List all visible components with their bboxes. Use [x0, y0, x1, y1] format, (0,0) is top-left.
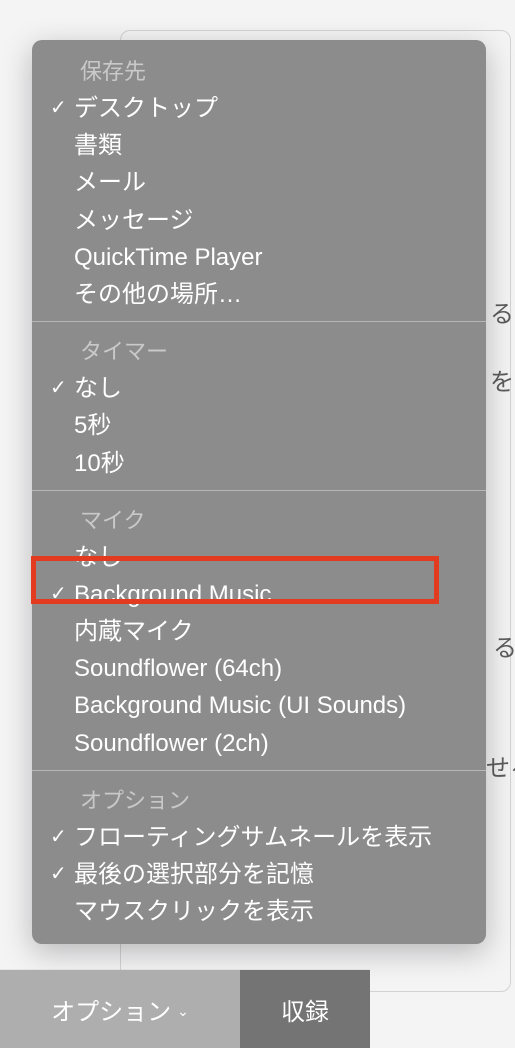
- menu-item-remember-selection[interactable]: ✓ 最後の選択部分を記憶: [32, 856, 486, 893]
- bg-fragment: るこ: [490, 294, 515, 329]
- menu-item-floating-thumbnail[interactable]: ✓ フローティングサムネールを表示: [32, 819, 486, 856]
- menu-item-mic-background-music[interactable]: ✓ Background Music: [32, 576, 486, 613]
- options-button-label: オプション: [51, 992, 171, 1027]
- menu-item-label: なし: [74, 539, 472, 576]
- menu-item-label: なし: [74, 370, 472, 407]
- options-popup-menu: 保存先 ✓ デスクトップ 書類 メール メッセージ QuickTime Play…: [32, 40, 486, 944]
- menu-item-mic-soundflower-64[interactable]: Soundflower (64ch): [32, 650, 486, 687]
- menu-item-label: Soundflower (64ch): [74, 650, 472, 687]
- menu-item-other-location[interactable]: その他の場所…: [32, 276, 486, 313]
- menu-item-timer-none[interactable]: ✓ なし: [32, 370, 486, 407]
- menu-item-label: 5秒: [74, 407, 472, 444]
- bg-fragment: る: [493, 628, 515, 663]
- menu-item-label: 書類: [74, 127, 472, 164]
- checkmark-icon: ✓: [50, 373, 74, 404]
- bg-fragment: せる: [486, 748, 515, 783]
- section-save-to: 保存先 ✓ デスクトップ 書類 メール メッセージ QuickTime Play…: [32, 46, 486, 321]
- menu-item-show-mouse-clicks[interactable]: マウスクリックを表示: [32, 893, 486, 930]
- menu-item-mic-internal[interactable]: 内蔵マイク: [32, 613, 486, 650]
- checkmark-icon: ✓: [50, 93, 74, 124]
- menu-item-label: マウスクリックを表示: [74, 893, 472, 930]
- menu-item-messages[interactable]: メッセージ: [32, 202, 486, 239]
- menu-item-mic-bgm-ui-sounds[interactable]: Background Music (UI Sounds): [32, 687, 486, 724]
- menu-item-timer-10s[interactable]: 10秒: [32, 445, 486, 482]
- menu-item-label: 内蔵マイク: [74, 613, 472, 650]
- menu-item-timer-5s[interactable]: 5秒: [32, 407, 486, 444]
- menu-item-label: メッセージ: [74, 202, 472, 239]
- chevron-down-icon: ⌄: [177, 1003, 189, 1020]
- menu-item-label: デスクトップ: [74, 90, 472, 127]
- menu-item-label: Soundflower (2ch): [74, 725, 472, 762]
- section-options: オプション ✓ フローティングサムネールを表示 ✓ 最後の選択部分を記憶 マウス…: [32, 770, 486, 939]
- record-button-label: 収録: [281, 992, 329, 1027]
- menu-item-label: その他の場所…: [74, 276, 472, 313]
- menu-item-mic-none[interactable]: なし: [32, 539, 486, 576]
- section-microphone: マイク なし ✓ Background Music 内蔵マイク Soundflo…: [32, 490, 486, 770]
- menu-item-label: フローティングサムネールを表示: [74, 819, 472, 856]
- capture-toolbar: オプション ⌄ 収録: [0, 970, 370, 1048]
- record-button[interactable]: 収録: [240, 970, 370, 1048]
- checkmark-icon: ✓: [50, 859, 74, 890]
- menu-item-label: Background Music (UI Sounds): [74, 687, 472, 724]
- menu-item-label: QuickTime Player: [74, 239, 472, 276]
- menu-item-mic-soundflower-2[interactable]: Soundflower (2ch): [32, 725, 486, 762]
- menu-item-quicktime[interactable]: QuickTime Player: [32, 239, 486, 276]
- options-button[interactable]: オプション ⌄: [0, 970, 240, 1048]
- checkmark-icon: ✓: [50, 579, 74, 610]
- menu-item-label: 最後の選択部分を記憶: [74, 856, 472, 893]
- checkmark-icon: ✓: [50, 822, 74, 853]
- menu-item-label: 10秒: [74, 445, 472, 482]
- section-timer: タイマー ✓ なし 5秒 10秒: [32, 321, 486, 490]
- section-title-timer: タイマー: [80, 334, 486, 366]
- section-title-options: オプション: [80, 783, 486, 815]
- menu-item-documents[interactable]: 書類: [32, 127, 486, 164]
- menu-item-label: Background Music: [74, 576, 472, 613]
- menu-item-desktop[interactable]: ✓ デスクトップ: [32, 90, 486, 127]
- menu-item-label: メール: [74, 164, 472, 201]
- menu-item-mail[interactable]: メール: [32, 164, 486, 201]
- section-title-save-to: 保存先: [80, 54, 486, 86]
- section-title-microphone: マイク: [80, 503, 486, 535]
- bg-fragment: を: [490, 362, 514, 397]
